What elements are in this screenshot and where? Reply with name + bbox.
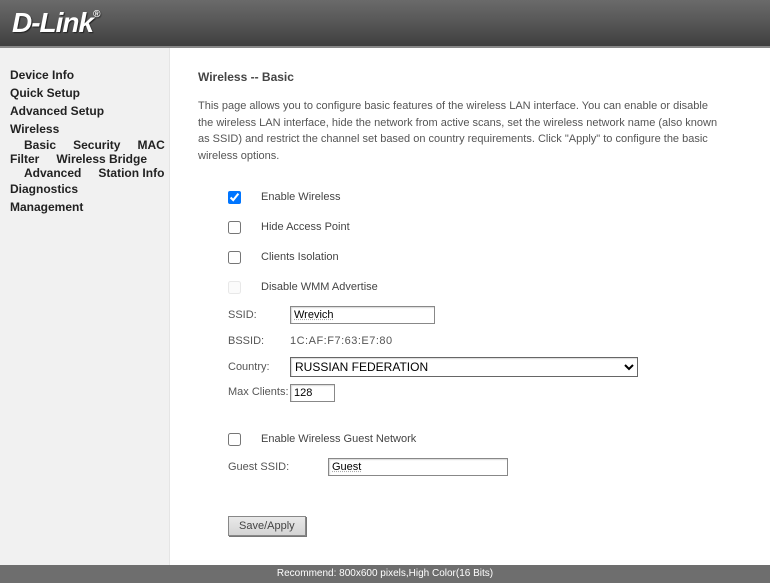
footer-text: Recommend: 800x600 pixels,High Color(16 … xyxy=(277,568,493,579)
row-enable-guest: Enable Wireless Guest Network xyxy=(228,424,750,454)
nav-quick-setup[interactable]: Quick Setup xyxy=(10,84,169,102)
row-ssid: SSID: xyxy=(228,302,750,328)
label-max-clients: Max Clients: xyxy=(228,386,290,399)
label-ssid: SSID: xyxy=(228,309,290,321)
checkbox-clients-isolation[interactable] xyxy=(228,251,241,264)
content-pane: Wireless -- Basic This page allows you t… xyxy=(170,48,770,565)
checkbox-enable-wireless[interactable] xyxy=(228,191,241,204)
label-bssid: BSSID: xyxy=(228,335,290,347)
value-bssid: 1C:AF:F7:63:E7:80 xyxy=(290,335,393,347)
row-hide-ap: Hide Access Point xyxy=(228,212,750,242)
row-enable-wireless: Enable Wireless xyxy=(228,182,750,212)
body-wrap: Device Info Quick Setup Advanced Setup W… xyxy=(0,48,770,565)
save-apply-button[interactable]: Save/Apply xyxy=(228,516,306,536)
form-block: Enable Wireless Hide Access Point Client… xyxy=(198,182,750,536)
input-ssid[interactable] xyxy=(290,306,435,324)
nav-management[interactable]: Management xyxy=(10,198,169,216)
label-clients-isolation: Clients Isolation xyxy=(261,251,339,263)
footer-bar: Recommend: 800x600 pixels,High Color(16 … xyxy=(0,565,770,583)
checkbox-enable-guest[interactable] xyxy=(228,433,241,446)
row-disable-wmm: Disable WMM Advertise xyxy=(228,272,750,302)
input-max-clients[interactable] xyxy=(290,384,335,402)
header-bar: D-Link® xyxy=(0,0,770,48)
checkbox-hide-ap[interactable] xyxy=(228,221,241,234)
sidebar: Device Info Quick Setup Advanced Setup W… xyxy=(0,48,170,565)
label-enable-guest: Enable Wireless Guest Network xyxy=(261,433,416,445)
page-description: This page allows you to configure basic … xyxy=(198,98,718,164)
nav-advanced-setup[interactable]: Advanced Setup xyxy=(10,102,169,120)
row-bssid: BSSID: 1C:AF:F7:63:E7:80 xyxy=(228,328,750,354)
row-guest-ssid: Guest SSID: xyxy=(228,454,750,480)
page-title: Wireless -- Basic xyxy=(198,70,750,84)
label-disable-wmm: Disable WMM Advertise xyxy=(261,281,378,293)
row-country: Country: RUSSIAN FEDERATION xyxy=(228,354,750,380)
label-enable-wireless: Enable Wireless xyxy=(261,191,340,203)
checkbox-disable-wmm xyxy=(228,281,241,294)
label-guest-ssid: Guest SSID: xyxy=(228,461,328,473)
trademark-icon: ® xyxy=(93,9,99,20)
nav-device-info[interactable]: Device Info xyxy=(10,66,169,84)
nav-wireless-advanced[interactable]: Advanced xyxy=(10,164,81,182)
nav-wireless-station-info[interactable]: Station Info xyxy=(84,164,164,182)
row-max-clients: Max Clients: xyxy=(228,380,750,406)
brand-logo: D-Link® xyxy=(12,7,99,39)
input-guest-ssid[interactable] xyxy=(328,458,508,476)
row-clients-isolation: Clients Isolation xyxy=(228,242,750,272)
nav-diagnostics[interactable]: Diagnostics xyxy=(10,180,169,198)
brand-text: D-Link xyxy=(12,7,93,38)
select-country[interactable]: RUSSIAN FEDERATION xyxy=(290,357,638,377)
label-hide-ap: Hide Access Point xyxy=(261,221,350,233)
label-country: Country: xyxy=(228,361,290,373)
